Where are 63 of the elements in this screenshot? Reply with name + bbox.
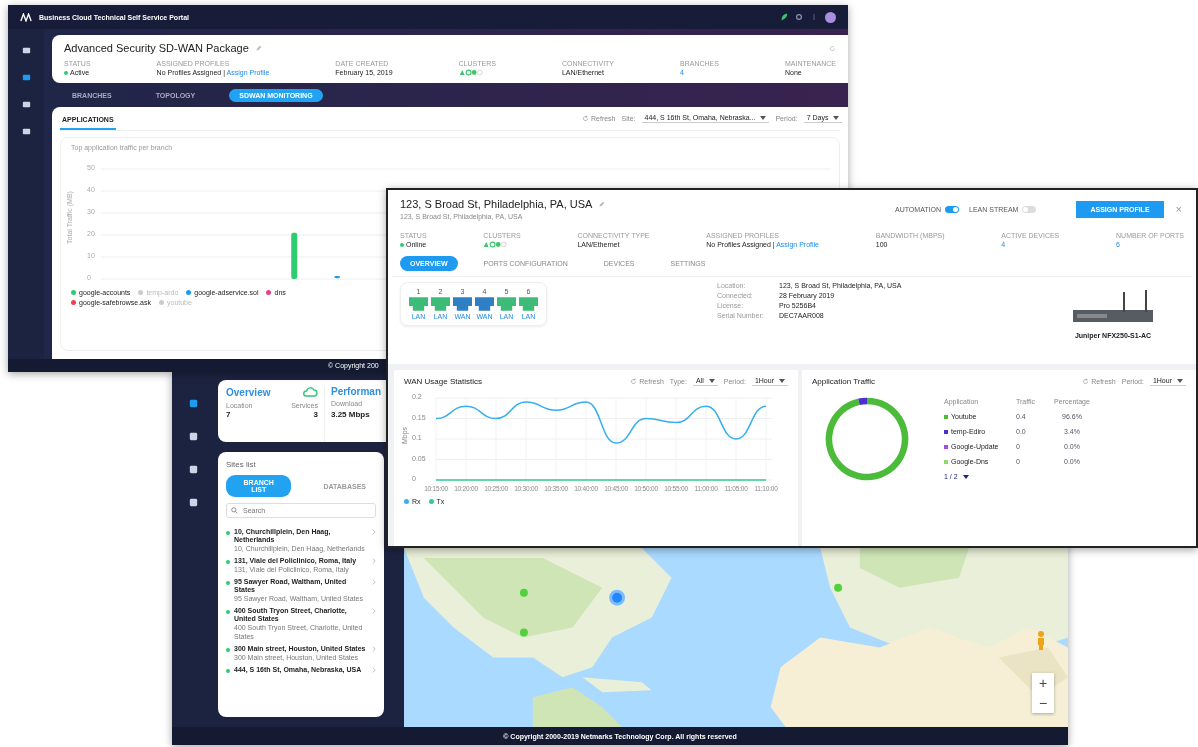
caret-icon — [708, 378, 715, 383]
nav-icon[interactable] — [187, 497, 199, 508]
port-icon[interactable] — [409, 297, 428, 311]
chevron-icon[interactable] — [372, 579, 376, 586]
zoom-in-button[interactable]: + — [1032, 673, 1054, 693]
overview-title: Overview — [226, 386, 271, 398]
logo-icon — [20, 12, 32, 22]
leaf-icon[interactable] — [780, 13, 788, 21]
avatar[interactable] — [825, 11, 836, 23]
nav-icon[interactable] — [187, 398, 199, 409]
nav-icon[interactable] — [20, 45, 32, 56]
status-dot — [226, 581, 230, 586]
toggle-switch[interactable] — [1022, 205, 1037, 213]
chevron-icon[interactable] — [372, 558, 376, 565]
nav-icon[interactable] — [20, 99, 32, 110]
chevron-icon[interactable] — [372, 666, 376, 673]
port-icon[interactable] — [475, 297, 494, 311]
edit-icon[interactable] — [254, 44, 262, 52]
port-icon[interactable] — [453, 297, 472, 311]
nav-icon[interactable] — [187, 431, 199, 442]
zoom-out-button[interactable]: − — [1032, 693, 1054, 713]
caret-icon — [760, 115, 767, 120]
search-icon — [231, 507, 238, 514]
sites-title: Sites list — [226, 460, 257, 469]
performance-title: Performan — [331, 386, 381, 397]
panel-title: Application Traffic — [812, 376, 875, 386]
status-dot — [226, 647, 230, 652]
caret-icon — [1177, 378, 1183, 383]
nav-icon[interactable] — [20, 72, 32, 83]
status-dot — [226, 668, 230, 673]
nav-icon[interactable] — [20, 126, 32, 137]
bar — [334, 276, 341, 279]
nav-icon[interactable] — [187, 464, 199, 475]
toggle-switch[interactable] — [945, 205, 960, 213]
refresh-icon — [630, 377, 638, 385]
bar — [291, 232, 298, 279]
cluster-status-icon — [458, 69, 483, 76]
chevron-icon[interactable] — [372, 529, 376, 535]
settings-icon[interactable] — [795, 13, 803, 21]
site-title: 123, S Broad St, Philadelphia, PA, USA — [400, 198, 593, 210]
edit-icon[interactable] — [598, 200, 606, 208]
caret-icon — [833, 115, 840, 120]
status-dot — [226, 560, 230, 565]
status-dot — [226, 610, 230, 615]
package-title: Advanced Security SD-WAN Package — [64, 42, 249, 54]
cluster-status-icon — [483, 241, 508, 248]
chevron-icon[interactable] — [372, 645, 376, 652]
refresh-icon — [1082, 377, 1090, 385]
refresh-icon[interactable] — [829, 44, 836, 52]
refresh-icon — [582, 114, 589, 122]
port-icon[interactable] — [497, 297, 516, 311]
cloud-icon — [302, 386, 318, 398]
stat-value: 3 — [313, 410, 318, 419]
caret-icon — [962, 474, 969, 479]
panel-title: WAN Usage Statistics — [404, 376, 482, 386]
caret-icon — [779, 378, 785, 383]
port-icon[interactable] — [431, 297, 450, 311]
person-icon[interactable] — [1036, 630, 1046, 650]
chevron-icon[interactable] — [372, 608, 376, 615]
stat-value: 7 — [226, 410, 232, 419]
stat-value: 3.25 Mbps — [331, 410, 371, 419]
port-icon[interactable] — [519, 297, 538, 311]
status-dot — [226, 531, 230, 535]
